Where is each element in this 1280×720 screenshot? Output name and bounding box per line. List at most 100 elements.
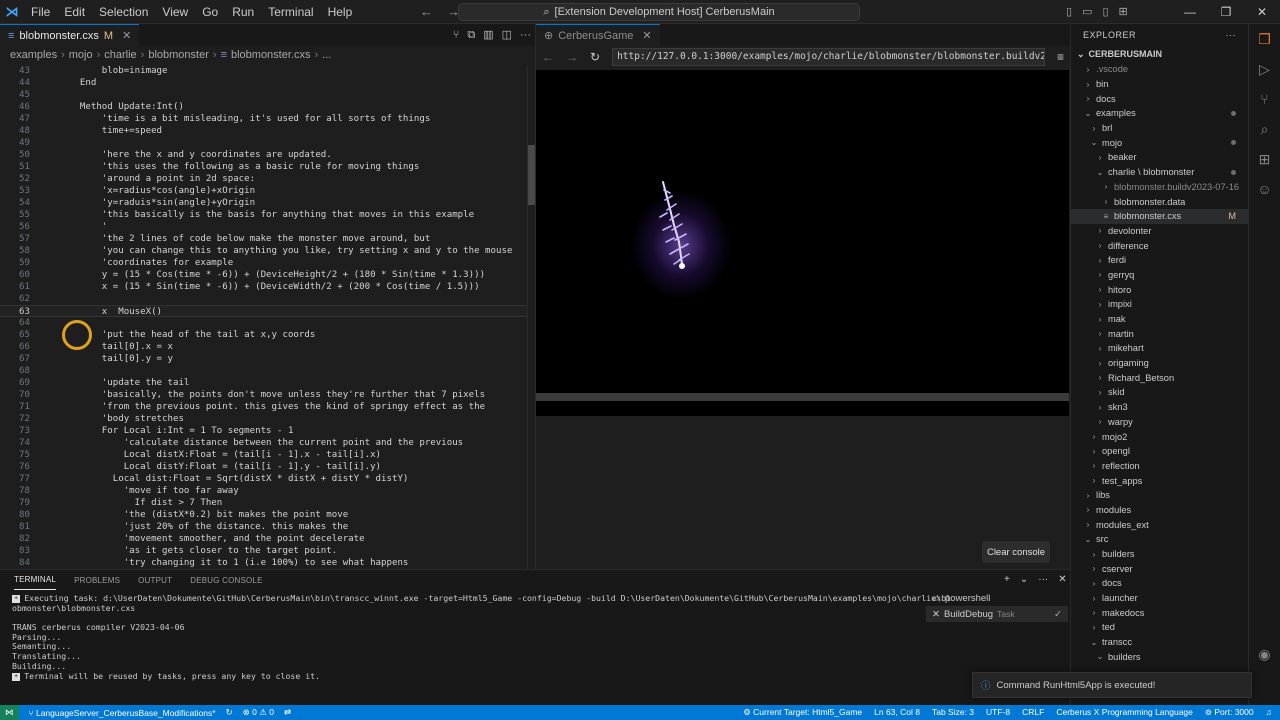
back-arrow-icon[interactable]: ← xyxy=(542,50,554,64)
code-line[interactable]: 44 End xyxy=(0,77,535,89)
menu-help[interactable]: Help xyxy=(321,0,360,24)
breadcrumb-mojo[interactable]: mojo xyxy=(69,49,93,61)
code-line[interactable]: 75 Local distX:Float = (tail[i - 1].x - … xyxy=(0,449,535,461)
extensions-icon[interactable]: ⊞ xyxy=(1254,148,1276,170)
source-control-icon[interactable]: ⑂ xyxy=(1254,88,1276,110)
more-icon[interactable]: ··· xyxy=(1038,570,1048,590)
branch-indicator[interactable]: ⑂ LanguageServer_CerberusBase_Modificati… xyxy=(29,708,216,718)
code-line[interactable]: 61 x = (15 * Sin(time * -6)) + (DeviceWi… xyxy=(0,281,535,293)
terminal-builddebug[interactable]: ✕ BuildDebug Task ✓ xyxy=(926,606,1068,622)
tree-item[interactable]: › bin xyxy=(1071,77,1248,92)
tree-item[interactable]: › makedocs xyxy=(1071,605,1248,620)
code-line[interactable]: 69 'update the tail xyxy=(0,377,535,389)
code-line[interactable]: 68 xyxy=(0,365,535,377)
minimize-icon[interactable]: — xyxy=(1172,0,1208,24)
url-input[interactable]: http://127.0.0.1:3000/examples/mojo/char… xyxy=(612,48,1045,66)
tree-item[interactable]: › difference xyxy=(1071,238,1248,253)
tree-item[interactable]: › opengl xyxy=(1071,444,1248,459)
code-line[interactable]: 48 time+=speed xyxy=(0,125,535,137)
breadcrumb-blobmonster[interactable]: blobmonster xyxy=(148,49,209,61)
code-line[interactable]: 49 xyxy=(0,137,535,149)
code-line[interactable]: 82 'movement smoother, and the point dec… xyxy=(0,533,535,545)
code-line[interactable]: 76 Local distY:Float = (tail[i - 1].y - … xyxy=(0,461,535,473)
tree-item[interactable]: › hitoro xyxy=(1071,282,1248,297)
workspace-root[interactable]: ⌄ CERBERUSMAIN xyxy=(1071,46,1248,62)
code-line[interactable]: 50 'here the x and y coordinates are upd… xyxy=(0,149,535,161)
clear-console-button[interactable]: Clear console xyxy=(982,541,1050,563)
code-line[interactable]: 80 'the (distX*0.2) bit makes the point … xyxy=(0,509,535,521)
tab-cerberus-game[interactable]: ⊕ CerberusGame ✕ xyxy=(536,24,660,46)
code-line[interactable]: 54 'y=raduis*sin(angle)+yOrigin xyxy=(0,197,535,209)
tree-item[interactable]: › blobmonster.data xyxy=(1071,194,1248,209)
game-canvas[interactable] xyxy=(536,70,1069,416)
search-icon[interactable]: ⌕ xyxy=(1254,118,1276,140)
preview-icon[interactable]: ⧉ xyxy=(467,24,475,46)
close-panel-icon[interactable]: ✕ xyxy=(1058,570,1066,590)
tree-item[interactable]: › docs xyxy=(1071,576,1248,591)
tab-size[interactable]: Tab Size: 3 xyxy=(932,705,974,720)
tab-problems[interactable]: PROBLEMS xyxy=(74,576,120,585)
explorer-icon[interactable]: ❐ xyxy=(1254,28,1276,50)
terminal-output[interactable]: * Executing task: d:\UserDaten\Dokumente\… xyxy=(12,593,951,681)
close-icon[interactable]: ✕ xyxy=(122,29,131,42)
code-line[interactable]: 56 ' xyxy=(0,221,535,233)
eol[interactable]: CRLF xyxy=(1022,705,1044,720)
tree-item[interactable]: ⌄ src xyxy=(1071,532,1248,547)
code-line[interactable]: 84 'try changing it to 1 (i.e 100%) to s… xyxy=(0,557,535,569)
tree-item[interactable]: ⌄ builders xyxy=(1071,650,1248,665)
breadcrumb-file[interactable]: blobmonster.cxs xyxy=(231,49,310,61)
code-line[interactable]: 43 blob=inimage xyxy=(0,65,535,77)
tab-blobmonster[interactable]: ≡ blobmonster.cxs M ✕ xyxy=(0,24,140,46)
more-icon[interactable]: ··· xyxy=(520,24,531,46)
tree-item[interactable]: › beaker xyxy=(1071,150,1248,165)
back-arrow-icon[interactable]: ← xyxy=(420,0,433,24)
code-line[interactable]: 77 Local dist:Float = Sqrt(distX * distX… xyxy=(0,473,535,485)
menu-run[interactable]: Run xyxy=(225,0,261,24)
code-line[interactable]: 74 'calculate distance between the curre… xyxy=(0,437,535,449)
tree-item[interactable]: › reflection xyxy=(1071,459,1248,474)
code-line[interactable]: 81 'just 20% of the distance. this makes… xyxy=(0,521,535,533)
tree-item[interactable]: ⌄ mojo xyxy=(1071,135,1248,150)
source-control-icon[interactable]: ⑂ xyxy=(453,24,460,46)
reload-icon[interactable]: ↻ xyxy=(590,50,600,64)
code-line[interactable]: 63 x MouseX() xyxy=(0,305,535,317)
command-center-search[interactable]: ⌕ [Extension Development Host] CerberusM… xyxy=(458,3,860,21)
tree-item[interactable]: › warpy xyxy=(1071,415,1248,430)
tree-item[interactable]: › docs xyxy=(1071,91,1248,106)
tree-item[interactable]: › modules_ext xyxy=(1071,517,1248,532)
code-line[interactable]: 52 'around a point in 2d space: xyxy=(0,173,535,185)
split-editor-icon[interactable]: ◫ xyxy=(502,24,512,46)
tree-item[interactable]: › launcher xyxy=(1071,591,1248,606)
code-line[interactable]: 62 xyxy=(0,293,535,305)
tree-item[interactable]: › ferdi xyxy=(1071,253,1248,268)
account-icon[interactable]: ◉ xyxy=(1254,643,1276,665)
customize-layout-icon[interactable]: ⊞ xyxy=(1119,0,1128,24)
code-line[interactable]: 79 If dist > 7 Then xyxy=(0,497,535,509)
tree-item[interactable]: › brl xyxy=(1071,121,1248,136)
code-line[interactable]: 53 'x=radius*cos(angle)+xOrigin xyxy=(0,185,535,197)
tree-item[interactable]: › builders xyxy=(1071,547,1248,562)
tree-item[interactable]: › devolonter xyxy=(1071,224,1248,239)
menu-view[interactable]: View xyxy=(155,0,195,24)
close-icon[interactable]: ✕ xyxy=(642,29,651,42)
tree-item[interactable]: › Richard_Betson xyxy=(1071,370,1248,385)
code-line[interactable]: 67 tail[0].y = y xyxy=(0,353,535,365)
code-line[interactable]: 78 'move if too far away xyxy=(0,485,535,497)
tree-item[interactable]: › mojo2 xyxy=(1071,429,1248,444)
tree-item[interactable]: › mikehart xyxy=(1071,341,1248,356)
tree-item[interactable]: › .vscode xyxy=(1071,62,1248,77)
notifications-bell-icon[interactable]: ♫ xyxy=(1266,705,1272,720)
toggle-panel-icon[interactable]: ▭ xyxy=(1082,0,1092,24)
split-icon[interactable]: ▥ xyxy=(483,24,493,46)
port-indicator[interactable]: ⊚ Port: 3000 xyxy=(1205,705,1254,720)
code-line[interactable]: 72 'body stretches xyxy=(0,413,535,425)
tree-item[interactable]: › gerryq xyxy=(1071,268,1248,283)
code-line[interactable]: 70 'basically, the points don't move unl… xyxy=(0,389,535,401)
editor-scrollbar[interactable] xyxy=(527,65,536,569)
menu-icon[interactable]: ≡ xyxy=(1057,50,1064,64)
tree-item[interactable]: › skid xyxy=(1071,385,1248,400)
add-terminal-icon[interactable]: + xyxy=(1004,570,1010,590)
code-editor[interactable]: 43 blob=inimage 44 End 45 46 Method Update:… xyxy=(0,65,535,569)
code-line[interactable]: 46 Method Update:Int() xyxy=(0,101,535,113)
maximize-icon[interactable]: ❐ xyxy=(1208,0,1244,24)
